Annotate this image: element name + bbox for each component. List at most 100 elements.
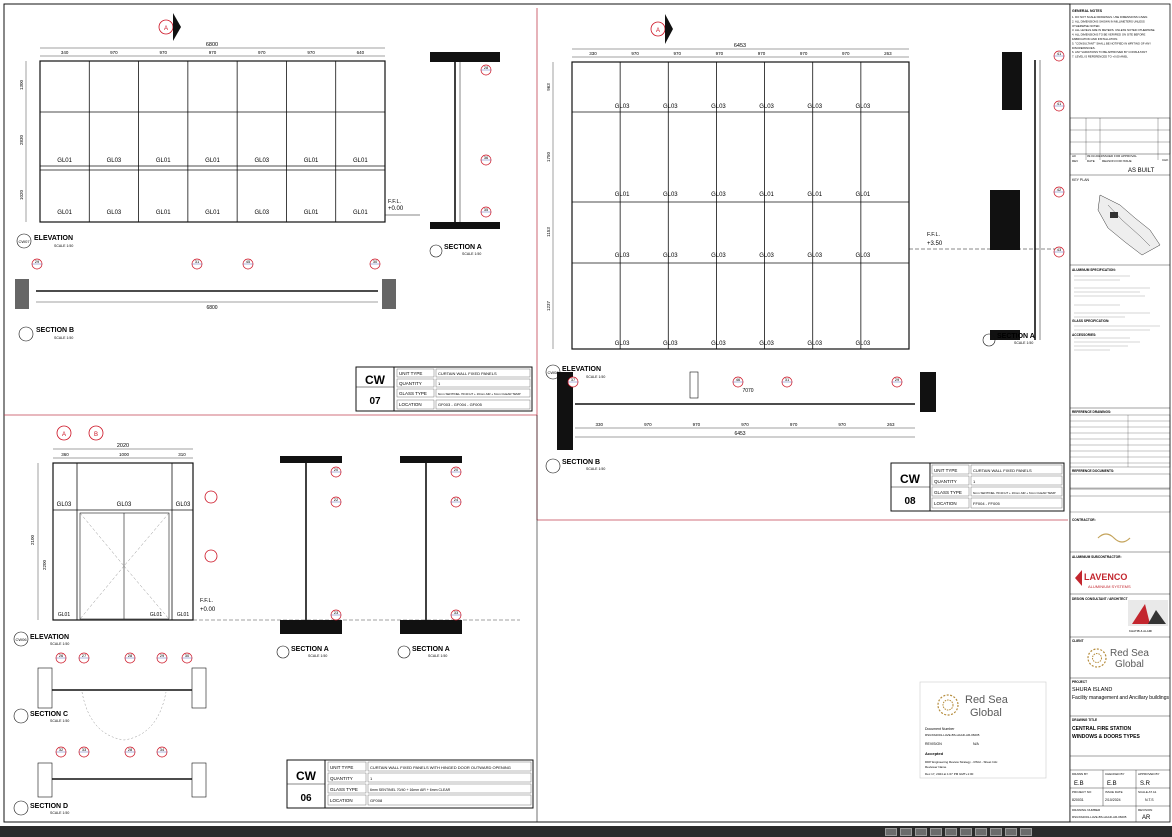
drawing-no: RSGSS2001-LAVE-BS-HAAD-AR-06005 [1072,815,1127,819]
cw08-secA-scale: SCALE 1:50 [1014,341,1033,345]
previous-page-icon[interactable] [930,827,942,836]
cw07-bubble-b-0-text: 29 [35,259,40,264]
cw06-section-letter-a: A [62,432,66,438]
cw08-bubble-a-2-text: 42 [1057,187,1062,192]
cw06-section-a-bubbles: 20 22 23 20 24 33 [330,466,462,621]
cw08-dim-b-4: 970 [790,422,798,427]
kaa-logo [1128,600,1168,626]
cw06-bubble-d-2-text: 28 [128,747,133,752]
cw08-glass-label-0-4: GL03 [807,104,822,110]
cw08-elev-title: ELEVATION [562,366,601,373]
cw06-section-c-bubbles: 26 27 28 29 30 [55,652,193,664]
cw06-marker-d [204,490,218,504]
cw07-elev-tag-text: CW07 [18,239,30,244]
cw08-quantity-label: QUANTITY [934,479,957,484]
cw07-glass-label-r2-6: GL01 [353,210,368,216]
scale-value: N.T.S [1145,798,1154,802]
cw08-bubble-b-2-text: 31 [785,377,790,382]
layers-icon[interactable] [990,827,1002,836]
drawing-title-1: CENTRAL FIRE STATION [1072,726,1132,732]
general-note-0: 1. DO NOT SCALE DRAWINGS. USE DIMENSIONS… [1072,15,1148,19]
cw06-secA2-bubble-1-text: 24 [454,497,459,502]
cw06-bubble-c-4-text: 30 [185,653,190,658]
cw07-dim-left-1: 2830 [19,134,24,145]
cw08-secB-scale: SCALE 1:50 [586,467,605,471]
cw07-glass-label-r1-2: GL01 [156,158,171,164]
general-note-5: FABRICATION AND INSTALLATION. [1072,37,1118,41]
cw06-bubble-c-2-text: 28 [128,653,133,658]
cw08-glass-label-0-0: GL03 [615,104,630,110]
cw08-dim-top-5: 970 [800,51,808,56]
project-no: 820031 [1072,798,1084,802]
cw07-secA-slab-bottom [430,222,500,229]
cw07-secA-scale: SCALE 1:50 [462,252,481,256]
markup-tool-icon[interactable] [975,827,987,836]
cw06-glass-label-top-2: GL03 [176,502,191,508]
zoom-tool-icon[interactable] [900,827,912,836]
cw06-secA2-slab-top [400,456,462,463]
cw08-dim-left-3: 1237 [546,300,551,311]
next-page-icon[interactable] [945,827,957,836]
cw07-dim-top-2: 970 [159,50,167,55]
cw07-group: A GL01 GL03 GL01 GL01 GL03 GL01 GL01GL01 GL03 GL… [15,13,533,412]
cw08-elev-scale: SCALE 1:50 [586,375,605,379]
cw08-glass-label-2-4: GL03 [807,253,822,259]
cw06-elev-tag-text: CW06 [15,637,27,642]
cw07-glass-label-r2-4: GL03 [254,210,269,216]
cw06-bubble-c-3-text: 29 [160,653,165,658]
cw06-secC-wall-left [37,667,53,709]
print-icon[interactable] [1005,827,1017,836]
cw08-location-label: LOCATION [934,501,957,506]
cw07-glass-labels: GL01 GL03 GL01 GL01 GL03 GL01 GL01 GL01 GL03 GL01… [57,158,368,216]
cw08-dim-top-4: 970 [758,51,766,56]
cw06-door-swing-4 [123,565,170,620]
settings-icon[interactable] [1020,827,1032,836]
client-name-2: Global [1115,659,1144,670]
cw06-secC-title: SECTION C [30,711,68,718]
cw08-dim-top-7: 263 [884,51,892,56]
cw06-glass-label-bottom-0: GL01 [58,612,70,618]
drawn-by: E.B [1074,781,1084,787]
cw06-dim-left-1: 2200 [42,559,47,570]
cw06-secC-wall-right [191,667,207,709]
revision-row-1-rev: REV [1072,159,1078,163]
cw07-location: GF003 - GF004 - GF005 [438,402,483,407]
cw08-dim-top-6: 970 [842,51,850,56]
approved-by: S.R [1140,781,1151,787]
stamp-brand-2: Global [970,707,1002,719]
drawing-no-label: DRAWING NUMBER [1072,808,1101,812]
cw06-secA1-title: SECTION A [291,646,329,653]
cw06-door-swing-2 [79,565,125,620]
cw07-section-a-bubbles: 28 36 35 [480,64,492,218]
checked-by-label: CHECKED BY [1105,772,1125,776]
stamp-date: Dec 17, 2024 at 1:07 PM GMT+1:00 [925,772,974,776]
cw06-secD-wall-left [37,762,53,798]
cw08-secB-mid: 7070 [742,388,753,394]
cw08-secA-slab-top [1002,52,1022,110]
cw08-bubble-a-1-text: 41 [1057,101,1062,106]
cw08-dim-b-5: 970 [838,422,846,427]
revision-row-0-desc: ISSUED FOR APPROVAL [1102,154,1137,158]
lavenco-name: LAVENCO [1084,572,1127,582]
cw08-glass-label-1-2: GL03 [711,192,726,198]
cw08-total-width: 6453 [734,43,746,49]
status-as-built: AS BUILT [1128,168,1155,174]
cw06-ffl-label: F.F.L. [200,598,214,604]
cw06-elev-scale: SCALE 1:50 [50,642,69,646]
cw06-secA2-scale: SCALE 1:50 [428,654,447,658]
measure-tool-icon[interactable] [960,827,972,836]
cw08-secA-slab-mid [990,190,1020,250]
general-note-2: OTHERWISE NOTED. [1072,24,1100,28]
cw08-glass-label-0-1: GL03 [663,104,678,110]
cw08-glass-label-1-0: GL01 [615,192,630,198]
cw06-group: A B GL03 GL03 GL03GL01 GL01 GL01 2020 360 100… [13,425,534,816]
fit-page-icon[interactable] [915,827,927,836]
stamp-revision: N/A [973,742,980,746]
cw08-glass-label-2-3: GL03 [759,253,774,259]
pan-tool-icon[interactable] [885,827,897,836]
drawing-sheet: A GL01 GL03 GL01 GL01 GL03 GL01 GL01 GL01 GL03 GL… [0,0,1172,837]
cw06-location: GF008 [370,798,383,803]
cw08-secB-title: SECTION B [562,459,600,466]
cw07-code-no: 07 [369,396,381,407]
cw08-dim-top-1: 970 [631,51,639,56]
